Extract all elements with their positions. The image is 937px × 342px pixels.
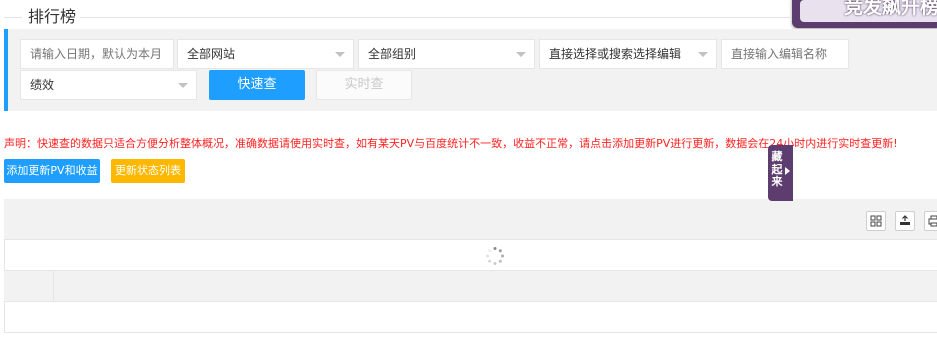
quick-query-button[interactable]: 快速查 bbox=[209, 70, 305, 100]
chevron-down-icon bbox=[698, 52, 708, 57]
side-tab-label: 藏起来 bbox=[771, 150, 783, 188]
metric-select-value: 绩效 bbox=[30, 78, 55, 92]
chevron-down-icon bbox=[516, 52, 526, 57]
date-input[interactable]: 请输入日期，默认为本月 bbox=[20, 39, 174, 69]
filter-panel-accent bbox=[4, 29, 8, 111]
banner-text: 竞发飙升榜 bbox=[844, 0, 937, 18]
promo-banner[interactable]: 竞发飙升榜 bbox=[792, 0, 937, 28]
loading-spinner-icon bbox=[486, 247, 504, 265]
editor-select[interactable]: 直接选择或搜索选择编辑 bbox=[539, 39, 717, 69]
group-select-value: 全部组别 bbox=[368, 47, 417, 61]
page-title: 排行榜 bbox=[28, 7, 77, 26]
title-divider-right bbox=[80, 17, 790, 18]
realtime-query-button[interactable]: 实时查 bbox=[316, 70, 412, 100]
editor-name-input[interactable]: 直接输入编辑名称 bbox=[721, 39, 849, 69]
chevron-down-icon bbox=[335, 52, 345, 57]
chevron-down-icon bbox=[178, 83, 188, 88]
editor-select-placeholder: 直接选择或搜索选择编辑 bbox=[549, 47, 682, 61]
group-select[interactable]: 全部组别 bbox=[358, 39, 535, 69]
print-icon[interactable] bbox=[924, 211, 937, 231]
site-select-value: 全部网站 bbox=[187, 47, 236, 61]
chevron-right-icon bbox=[785, 167, 790, 175]
columns-icon[interactable] bbox=[866, 211, 886, 231]
site-select[interactable]: 全部网站 bbox=[177, 39, 354, 69]
metric-select[interactable]: 绩效 bbox=[20, 70, 197, 100]
notice-text: 声明：快速查的数据只适合方便分析整体概况，准确数据请使用实时查，如有某天PV与百… bbox=[4, 137, 898, 150]
date-input-placeholder: 请输入日期，默认为本月 bbox=[30, 47, 163, 61]
update-status-button[interactable]: 更新状态列表 bbox=[111, 159, 185, 183]
collapse-side-tab[interactable]: 藏起来 bbox=[768, 145, 793, 201]
table-toolbar bbox=[4, 199, 937, 240]
table-column-divider bbox=[53, 270, 54, 302]
editor-name-placeholder: 直接输入编辑名称 bbox=[731, 47, 828, 61]
title-divider-left bbox=[4, 17, 22, 18]
add-update-pv-button[interactable]: 添加更新PV和收益 bbox=[4, 159, 100, 183]
export-icon[interactable] bbox=[895, 211, 915, 231]
table-header-row bbox=[4, 270, 937, 302]
